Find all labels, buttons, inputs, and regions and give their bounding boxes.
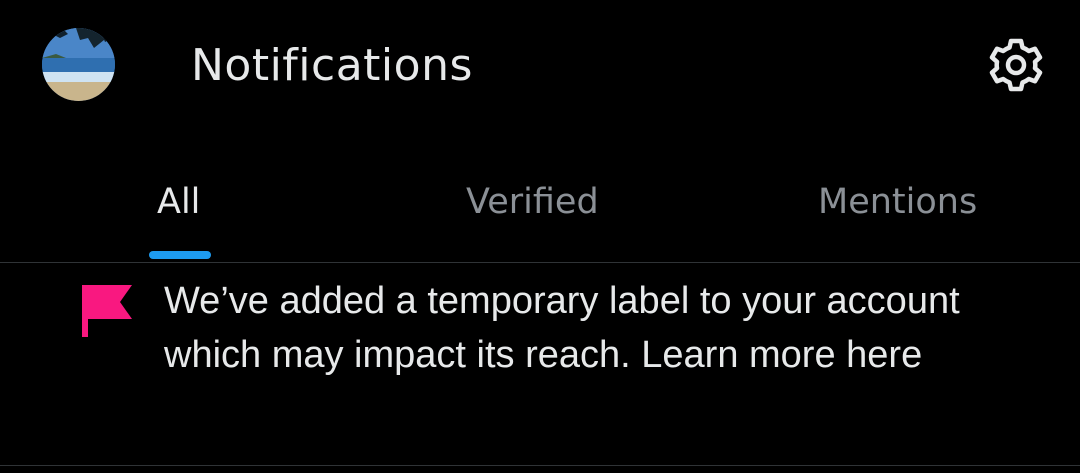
gear-icon bbox=[989, 38, 1043, 92]
divider bbox=[0, 465, 1080, 466]
tab-mentions[interactable]: Mentions bbox=[818, 180, 977, 224]
avatar-image bbox=[42, 28, 115, 101]
tab-verified[interactable]: Verified bbox=[466, 180, 599, 224]
account-label-notice[interactable]: We’ve added a temporary label to your ac… bbox=[0, 263, 1080, 465]
flag-icon bbox=[82, 285, 132, 337]
tab-bar: All Verified Mentions bbox=[0, 150, 1080, 262]
page-title: Notifications bbox=[191, 40, 473, 91]
settings-button[interactable] bbox=[986, 35, 1046, 95]
active-tab-indicator bbox=[149, 251, 211, 259]
tab-all[interactable]: All bbox=[157, 180, 200, 224]
top-header: Notifications bbox=[0, 0, 1080, 140]
avatar[interactable] bbox=[42, 28, 115, 101]
notice-text: We’ve added a temporary label to your ac… bbox=[164, 280, 960, 376]
